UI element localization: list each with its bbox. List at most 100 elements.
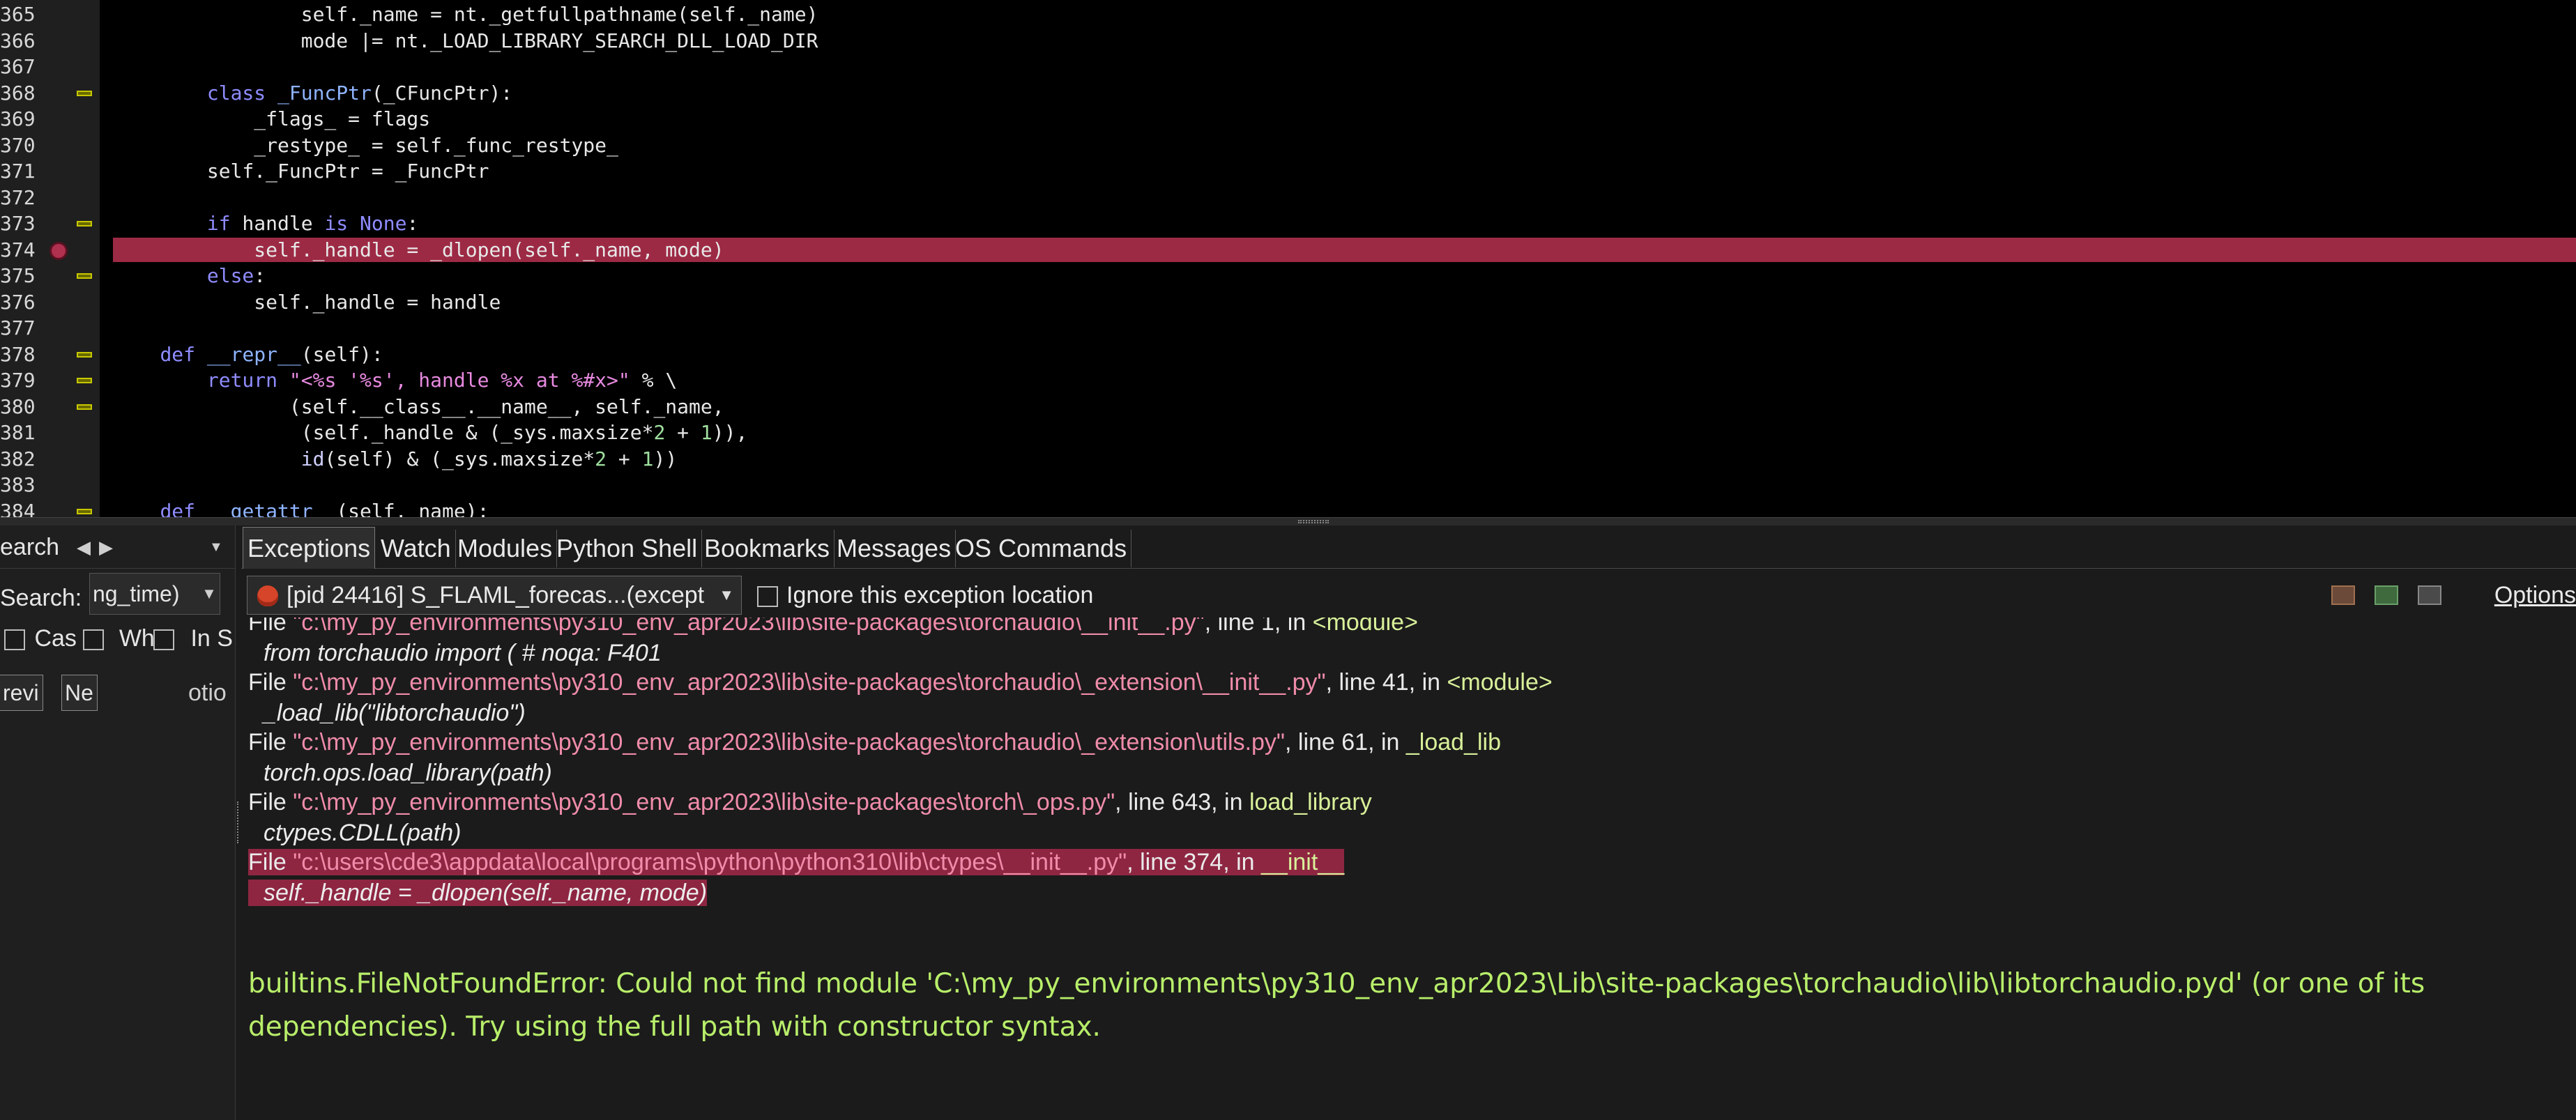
tab-python-shell[interactable]: Python Shell bbox=[552, 530, 703, 567]
search-tab-label[interactable]: earch bbox=[0, 526, 59, 568]
splitter-grip-icon[interactable] bbox=[1298, 520, 1329, 523]
home-frame-icon[interactable] bbox=[2331, 585, 2355, 605]
code-line[interactable]: 383 bbox=[0, 472, 2576, 498]
line-number: 372 bbox=[0, 185, 36, 209]
code-line[interactable]: 366 mode |= nt._LOAD_LIBRARY_SEARCH_DLL_… bbox=[0, 28, 2576, 54]
source-text: ctypes.CDLL(path) bbox=[264, 820, 462, 846]
file-label: File bbox=[248, 789, 294, 815]
tab-bookmarks[interactable]: Bookmarks bbox=[700, 530, 835, 567]
frame-content: File "c:\my_py_environments\py310_env_ap… bbox=[248, 789, 1372, 815]
previous-button[interactable]: revi bbox=[0, 675, 43, 711]
fold-toggle-icon[interactable] bbox=[77, 273, 92, 279]
code-line[interactable]: 369 _flags_ = flags bbox=[0, 106, 2576, 132]
fold-toggle-icon[interactable] bbox=[77, 508, 92, 514]
traceback-frame[interactable]: File "c:\my_py_environments\py310_env_ap… bbox=[248, 785, 1372, 820]
process-label: [pid 24416] S_FLAML_forecas...(except bbox=[287, 582, 705, 608]
traceback-frame[interactable]: File "c:\users\cde3\appdata\local\progra… bbox=[248, 845, 1345, 880]
code-line[interactable]: 379 return "<%s '%s', handle %x at %#x>"… bbox=[0, 367, 2576, 394]
line-code: self._handle = _dlopen(self._name, mode) bbox=[113, 238, 724, 261]
tab-modules[interactable]: Modules bbox=[453, 530, 558, 567]
frame-function[interactable]: <module> bbox=[1447, 669, 1553, 696]
line-code: return "<%s '%s', handle %x at %#x>" % \ bbox=[206, 369, 678, 392]
code-line[interactable]: 375 else: bbox=[0, 263, 2576, 289]
code-line[interactable]: 381 (self._handle & (_sys.maxsize*2 + 1)… bbox=[0, 420, 2576, 446]
search-options-label[interactable]: otio bbox=[188, 675, 227, 711]
tab-messages[interactable]: Messages bbox=[832, 530, 957, 567]
line-code: else: bbox=[206, 264, 266, 287]
code-line[interactable]: 368 class _FuncPtr(_CFuncPtr): bbox=[0, 80, 2576, 107]
tab-watch[interactable]: Watch bbox=[376, 530, 456, 567]
code-line[interactable]: 374 self._handle = _dlopen(self._name, m… bbox=[0, 237, 2576, 263]
options-menu[interactable]: Options bbox=[2494, 576, 2576, 615]
tool-tabs: Exceptions Watch Modules Python Shell Bo… bbox=[241, 526, 2576, 569]
line-code: def __repr__(self): bbox=[160, 342, 383, 366]
bug-icon bbox=[257, 585, 278, 606]
exception-marker-icon[interactable] bbox=[52, 243, 66, 258]
horizontal-splitter[interactable] bbox=[0, 517, 2576, 526]
line-number: 378 bbox=[0, 342, 36, 366]
source-text: from torchaudio import ( # noqa: F401 bbox=[264, 640, 662, 666]
code-line[interactable]: 367 bbox=[0, 54, 2576, 80]
code-line[interactable]: 370 _restype_ = self._func_restype_ bbox=[0, 132, 2576, 159]
code-editor[interactable]: 365 self._name = nt._getfullpathname(sel… bbox=[0, 0, 2576, 517]
search-history-dropdown-icon[interactable]: ▼ bbox=[197, 573, 222, 615]
code-line[interactable]: 382 id(self) & (_sys.maxsize*2 + 1)) bbox=[0, 446, 2576, 473]
line-number: 365 bbox=[0, 3, 36, 26]
code-line[interactable]: 371 self._FuncPtr = _FuncPtr bbox=[0, 158, 2576, 185]
in-selection-row: In S bbox=[153, 617, 233, 659]
frame-function[interactable]: <module> bbox=[1313, 617, 1418, 636]
code-line[interactable]: 376 self._handle = handle bbox=[0, 289, 2576, 316]
fold-toggle-icon[interactable] bbox=[77, 221, 92, 227]
frame-function[interactable]: _load_lib bbox=[1406, 729, 1501, 755]
frame-content: File "c:\my_py_environments\py310_env_ap… bbox=[248, 729, 1501, 755]
frame-line-info: , line 41, in bbox=[1325, 669, 1447, 696]
ignore-exception-checkbox[interactable] bbox=[757, 586, 778, 608]
next-button[interactable]: Ne bbox=[61, 675, 98, 711]
code-line[interactable]: 378 def __repr__(self): bbox=[0, 342, 2576, 368]
code-line[interactable]: 384 def __getattr__(self, name): bbox=[0, 498, 2576, 518]
case-sensitive-checkbox[interactable] bbox=[4, 629, 25, 651]
line-number: 374 bbox=[0, 238, 36, 261]
fold-toggle-icon[interactable] bbox=[77, 90, 92, 96]
ignore-exception-option[interactable]: Ignore this exception location bbox=[757, 576, 1093, 615]
fold-toggle-icon[interactable] bbox=[77, 351, 92, 358]
line-code: _flags_ = flags bbox=[113, 107, 431, 130]
fold-toggle-icon[interactable] bbox=[77, 378, 92, 383]
frame-path[interactable]: "c:\my_py_environments\py310_env_apr2023… bbox=[293, 669, 1325, 696]
exception-message: builtins.FileNotFoundError: Could not fi… bbox=[248, 968, 2425, 1043]
line-number: 382 bbox=[0, 447, 36, 470]
ignore-exception-label: Ignore this exception location bbox=[786, 582, 1094, 608]
frame-function[interactable]: __init__ bbox=[1261, 849, 1344, 875]
frame-path[interactable]: "c:\my_py_environments\py310_env_apr2023… bbox=[293, 729, 1285, 755]
case-sensitive-label: Cas bbox=[34, 625, 77, 652]
tab-os-commands[interactable]: OS Commands bbox=[951, 530, 1132, 567]
file-label: File bbox=[248, 729, 294, 755]
frame-path[interactable]: "c:\my_py_environments\py310_env_apr2023… bbox=[293, 617, 1205, 636]
fold-toggle-icon[interactable] bbox=[77, 404, 92, 410]
traceback-view[interactable]: File "c:\my_py_environments\py310_env_ap… bbox=[241, 617, 2576, 1120]
code-line[interactable]: 380 (self.__class__.__name__, self._name… bbox=[0, 394, 2576, 420]
frame-path[interactable]: "c:\my_py_environments\py310_env_apr2023… bbox=[293, 789, 1115, 815]
code-line[interactable]: 372 bbox=[0, 185, 2576, 211]
line-number: 381 bbox=[0, 421, 36, 444]
tab-exceptions[interactable]: Exceptions bbox=[243, 527, 376, 569]
tab-menu-icon[interactable]: ▼ bbox=[209, 526, 223, 568]
tab-scroll-left-icon[interactable]: ◀ bbox=[77, 526, 91, 568]
frame-path[interactable]: "c:\users\cde3\appdata\local\programs\py… bbox=[293, 849, 1127, 875]
whole-words-checkbox[interactable] bbox=[83, 629, 105, 651]
file-label: File bbox=[248, 617, 294, 636]
step-frame-icon[interactable] bbox=[2375, 585, 2398, 605]
code-line[interactable]: 377 bbox=[0, 315, 2576, 342]
in-selection-checkbox[interactable] bbox=[153, 629, 174, 651]
chevron-down-icon[interactable]: ▼ bbox=[719, 576, 734, 614]
code-line[interactable]: 365 self._name = nt._getfullpathname(sel… bbox=[0, 1, 2576, 28]
settings-frame-icon[interactable] bbox=[2418, 585, 2441, 605]
tab-scroll-right-icon[interactable]: ▶ bbox=[99, 526, 113, 568]
traceback-frame[interactable]: File "c:\my_py_environments\py310_env_ap… bbox=[248, 665, 1553, 700]
traceback-source[interactable]: self._handle = _dlopen(self._name, mode) bbox=[248, 875, 708, 910]
search-pane-tab[interactable]: earch ◀ ▶ ▼ bbox=[0, 526, 236, 569]
frame-function[interactable]: load_library bbox=[1249, 789, 1372, 815]
process-selector[interactable]: [pid 24416] S_FLAML_forecas...(except ▼ bbox=[247, 576, 742, 615]
traceback-frame[interactable]: File "c:\my_py_environments\py310_env_ap… bbox=[248, 725, 1501, 760]
code-line[interactable]: 373 if handle is None: bbox=[0, 210, 2576, 237]
